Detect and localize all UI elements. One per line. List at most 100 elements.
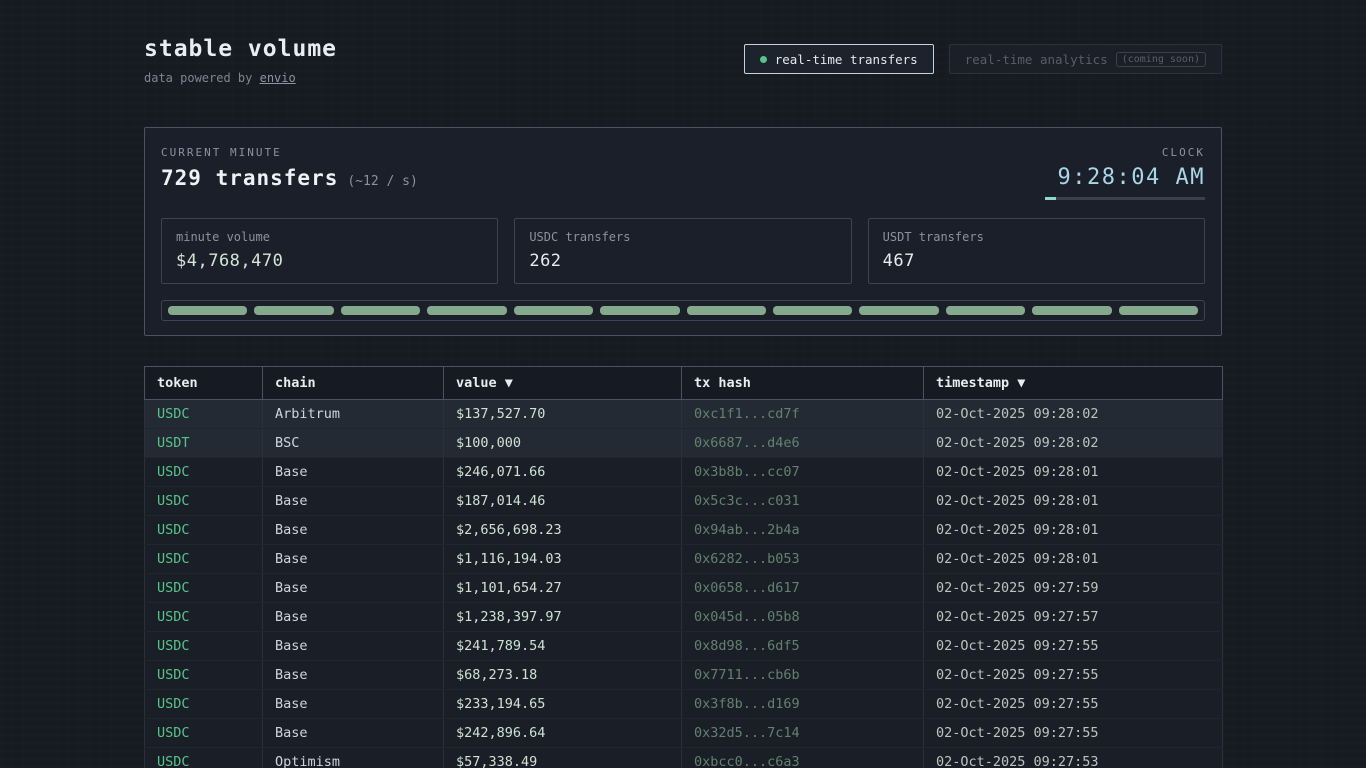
clock-block: CLOCK 9:28:04 AM [1045,146,1205,200]
chain-cell: Base [263,690,444,719]
timestamp-cell: 02-Oct-2025 09:28:01 [924,487,1223,516]
branding: stable volume data powered by envio [144,36,337,85]
token-cell: USDC [145,458,263,487]
tx-hash-link[interactable]: 0x7711...cb6b [682,661,924,690]
tab-label: real-time analytics [965,52,1108,67]
stats-row: minute volume $4,768,470 USDC transfers … [161,218,1205,284]
token-cell: USDT [145,429,263,458]
token-cell: USDC [145,661,263,690]
value-cell: $1,101,654.27 [444,574,682,603]
stat-label: USDT transfers [883,230,1190,244]
table-header: token chain value ▼ tx hash timestamp ▼ [145,367,1223,400]
header-token[interactable]: token [145,367,263,400]
header-chain[interactable]: chain [263,367,444,400]
header-tx-hash[interactable]: tx hash [682,367,924,400]
timestamp-cell: 02-Oct-2025 09:28:02 [924,400,1223,429]
clock-progress-fill [1045,197,1056,200]
clock-time: 9:28:04 AM [1045,165,1205,190]
timestamp-cell: 02-Oct-2025 09:28:02 [924,429,1223,458]
stat-usdt-transfers: USDT transfers 467 [868,218,1205,284]
chain-cell: Base [263,603,444,632]
minute-segment [1119,306,1198,315]
table-row: USDC Base $233,194.65 0x3f8b...d169 02-O… [145,690,1223,719]
minute-segment [1032,306,1111,315]
value-cell: $1,116,194.03 [444,545,682,574]
envio-link[interactable]: envio [260,71,296,85]
value-cell: $246,071.66 [444,458,682,487]
token-cell: USDC [145,690,263,719]
table-row: USDC Base $246,071.66 0x3b8b...cc07 02-O… [145,458,1223,487]
minute-segment [341,306,420,315]
transfers-line: 729 transfers (~12 / s) [161,166,418,190]
chain-cell: Base [263,661,444,690]
value-cell: $233,194.65 [444,690,682,719]
minute-segment [946,306,1025,315]
token-cell: USDC [145,400,263,429]
tx-hash-link[interactable]: 0xbcc0...c6a3 [682,748,924,768]
stat-usdc-transfers: USDC transfers 262 [514,218,851,284]
tx-hash-link[interactable]: 0x3f8b...d169 [682,690,924,719]
chain-cell: Base [263,574,444,603]
minute-segment [859,306,938,315]
transfers-rate: (~12 / s) [347,174,417,189]
powered-by: data powered by envio [144,71,337,85]
tab-real-time-analytics[interactable]: real-time analytics (coming soon) [949,44,1222,74]
token-cell: USDC [145,516,263,545]
token-cell: USDC [145,603,263,632]
value-cell: $68,273.18 [444,661,682,690]
tx-hash-link[interactable]: 0x3b8b...cc07 [682,458,924,487]
tx-hash-link[interactable]: 0x045d...05b8 [682,603,924,632]
table-row: USDC Base $241,789.54 0x8d98...6df5 02-O… [145,632,1223,661]
tx-hash-link[interactable]: 0x32d5...7c14 [682,719,924,748]
stat-value: 262 [529,251,836,271]
current-minute-label: CURRENT MINUTE [161,146,418,159]
value-cell: $137,527.70 [444,400,682,429]
tx-hash-link[interactable]: 0x0658...d617 [682,574,924,603]
tx-hash-link[interactable]: 0x5c3c...c031 [682,487,924,516]
chain-cell: Base [263,719,444,748]
token-cell: USDC [145,748,263,768]
minute-summary: CURRENT MINUTE 729 transfers (~12 / s) [161,146,418,190]
chain-cell: Base [263,545,444,574]
value-cell: $1,238,397.97 [444,603,682,632]
value-cell: $242,896.64 [444,719,682,748]
tab-real-time-transfers[interactable]: real-time transfers [744,44,934,74]
stat-label: USDC transfers [529,230,836,244]
value-cell: $57,338.49 [444,748,682,768]
table-row: USDC Base $1,101,654.27 0x0658...d617 02… [145,574,1223,603]
transfers-table-body: USDC Arbitrum $137,527.70 0xc1f1...cd7f … [145,400,1223,768]
header-timestamp-sort[interactable]: timestamp ▼ [924,367,1223,400]
transfers-count: 729 transfers [161,166,338,190]
token-cell: USDC [145,719,263,748]
table-row: USDC Base $2,656,698.23 0x94ab...2b4a 02… [145,516,1223,545]
chain-cell: Arbitrum [263,400,444,429]
table-row: USDC Optimism $57,338.49 0xbcc0...c6a3 0… [145,748,1223,768]
chain-cell: Base [263,487,444,516]
page-container: stable volume data powered by envio real… [144,0,1222,768]
timestamp-cell: 02-Oct-2025 09:27:59 [924,574,1223,603]
tx-hash-link[interactable]: 0xc1f1...cd7f [682,400,924,429]
page-title: stable volume [144,36,337,62]
table-row: USDC Base $1,238,397.97 0x045d...05b8 02… [145,603,1223,632]
live-dot-icon [760,56,767,63]
minute-segment [600,306,679,315]
chain-cell: Base [263,458,444,487]
tab-label: real-time transfers [775,52,918,67]
tx-hash-link[interactable]: 0x94ab...2b4a [682,516,924,545]
chain-cell: Optimism [263,748,444,768]
topbar: stable volume data powered by envio real… [144,36,1222,85]
minute-segment [254,306,333,315]
tx-hash-link[interactable]: 0x8d98...6df5 [682,632,924,661]
tx-hash-link[interactable]: 0x6687...d4e6 [682,429,924,458]
table-row: USDT BSC $100,000 0x6687...d4e6 02-Oct-2… [145,429,1223,458]
timestamp-cell: 02-Oct-2025 09:27:57 [924,603,1223,632]
tx-hash-link[interactable]: 0x6282...b053 [682,545,924,574]
value-cell: $100,000 [444,429,682,458]
stat-minute-volume: minute volume $4,768,470 [161,218,498,284]
value-cell: $241,789.54 [444,632,682,661]
chain-cell: Base [263,632,444,661]
minute-segments-bar [161,300,1205,321]
token-cell: USDC [145,545,263,574]
header-value-sort[interactable]: value ▼ [444,367,682,400]
transfers-table: token chain value ▼ tx hash timestamp ▼ … [144,366,1223,768]
